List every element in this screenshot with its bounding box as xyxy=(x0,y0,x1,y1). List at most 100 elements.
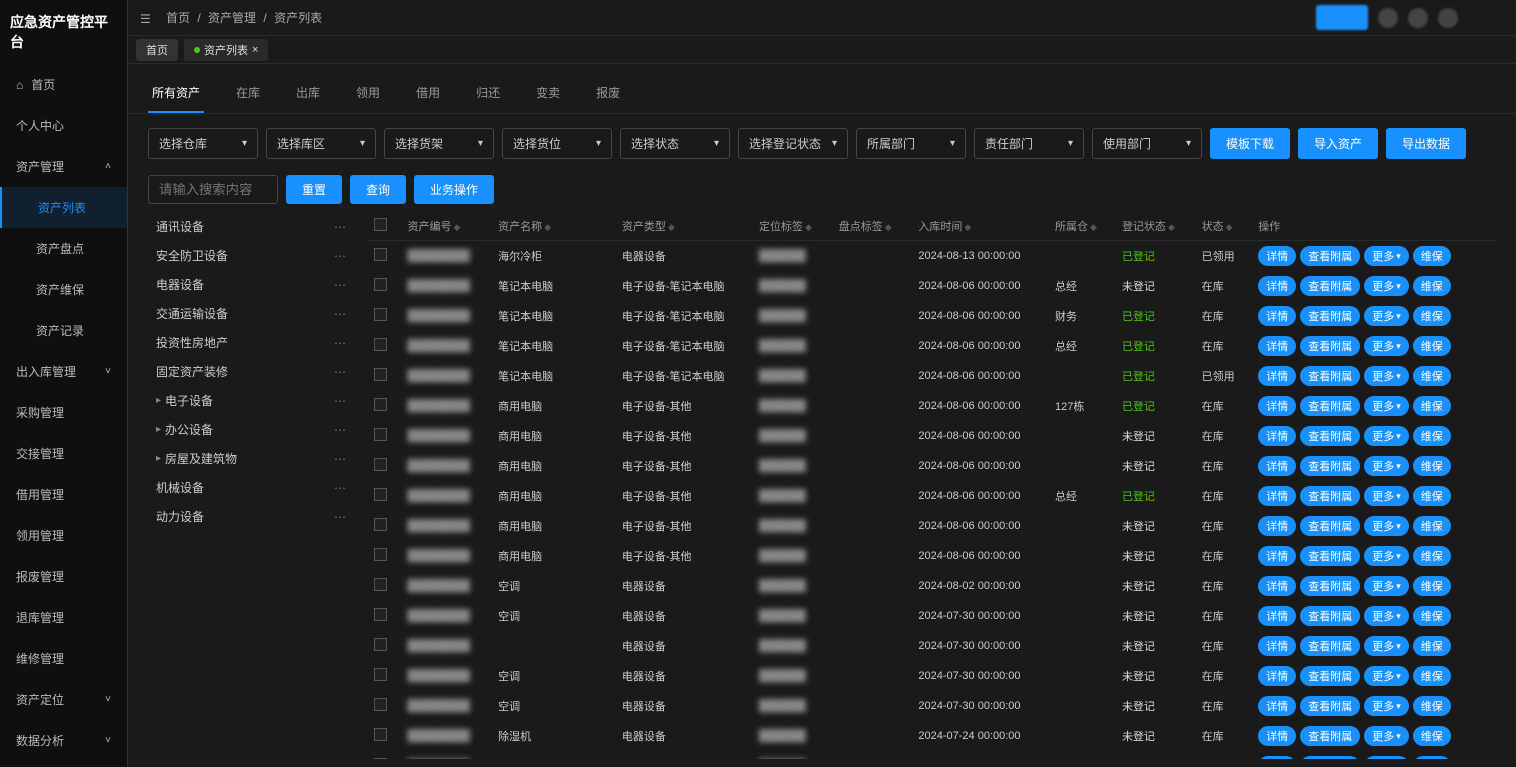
col-header[interactable]: 登记状态◆ xyxy=(1114,212,1194,241)
attach-button[interactable]: 查看附属 xyxy=(1300,336,1360,356)
subtab[interactable]: 报废 xyxy=(592,76,624,113)
filter-select[interactable]: 责任部门▾ xyxy=(974,128,1084,159)
more-button[interactable]: 更多 xyxy=(1364,666,1409,686)
tree-item[interactable]: 投资性房地产⋯ xyxy=(148,328,354,357)
nav-subitem[interactable]: 资产记录 xyxy=(0,310,127,351)
detail-button[interactable]: 详情 xyxy=(1258,426,1296,446)
row-checkbox[interactable] xyxy=(374,458,387,471)
more-icon[interactable]: ⋯ xyxy=(334,307,346,321)
col-header[interactable]: 所属仓◆ xyxy=(1047,212,1114,241)
detail-button[interactable]: 详情 xyxy=(1258,636,1296,656)
maint-button[interactable]: 维保 xyxy=(1413,246,1451,266)
maint-button[interactable]: 维保 xyxy=(1413,306,1451,326)
nav-item[interactable]: 资产定位˅ xyxy=(0,679,127,720)
subtab[interactable]: 归还 xyxy=(472,76,504,113)
maint-button[interactable]: 维保 xyxy=(1413,636,1451,656)
attach-button[interactable]: 查看附属 xyxy=(1300,636,1360,656)
nav-item[interactable]: 借用管理 xyxy=(0,474,127,515)
attach-button[interactable]: 查看附属 xyxy=(1300,516,1360,536)
nav-item[interactable]: 采购管理 xyxy=(0,392,127,433)
query-button[interactable]: 查询 xyxy=(350,175,406,204)
col-header[interactable]: 资产名称◆ xyxy=(490,212,614,241)
maint-button[interactable]: 维保 xyxy=(1413,486,1451,506)
maint-button[interactable]: 维保 xyxy=(1413,396,1451,416)
row-checkbox[interactable] xyxy=(374,308,387,321)
detail-button[interactable]: 详情 xyxy=(1258,576,1296,596)
tab-chip[interactable]: 首页 xyxy=(136,39,178,61)
detail-button[interactable]: 详情 xyxy=(1258,276,1296,296)
tree-item[interactable]: 电器设备⋯ xyxy=(148,270,354,299)
nav-subitem[interactable]: 资产盘点 xyxy=(0,228,127,269)
attach-button[interactable]: 查看附属 xyxy=(1300,666,1360,686)
row-checkbox[interactable] xyxy=(374,278,387,291)
detail-button[interactable]: 详情 xyxy=(1258,726,1296,746)
more-button[interactable]: 更多 xyxy=(1364,366,1409,386)
breadcrumb-item[interactable]: 资产管理 xyxy=(208,11,256,25)
attach-button[interactable]: 查看附属 xyxy=(1300,546,1360,566)
nav-item[interactable]: 数据分析˅ xyxy=(0,720,127,761)
maint-button[interactable]: 维保 xyxy=(1413,606,1451,626)
toolbar-button[interactable]: 导入资产 xyxy=(1298,128,1378,159)
maint-button[interactable]: 维保 xyxy=(1413,366,1451,386)
tree-item[interactable]: 通讯设备⋯ xyxy=(148,212,354,241)
attach-button[interactable]: 查看附属 xyxy=(1300,696,1360,716)
reset-button[interactable]: 重置 xyxy=(286,175,342,204)
tree-item[interactable]: 动力设备⋯ xyxy=(148,502,354,531)
topbar-action[interactable] xyxy=(1316,5,1368,30)
row-checkbox[interactable] xyxy=(374,248,387,261)
row-checkbox[interactable] xyxy=(374,548,387,561)
more-icon[interactable]: ⋯ xyxy=(334,220,346,234)
maint-button[interactable]: 维保 xyxy=(1413,276,1451,296)
nav-item[interactable]: 维修管理 xyxy=(0,638,127,679)
filter-select[interactable]: 选择货位▾ xyxy=(502,128,612,159)
more-button[interactable]: 更多 xyxy=(1364,756,1409,759)
col-header[interactable]: 资产类型◆ xyxy=(614,212,751,241)
attach-button[interactable]: 查看附属 xyxy=(1300,366,1360,386)
filter-select[interactable]: 使用部门▾ xyxy=(1092,128,1202,159)
checkbox-all[interactable] xyxy=(374,218,387,231)
filter-select[interactable]: 所属部门▾ xyxy=(856,128,966,159)
more-button[interactable]: 更多 xyxy=(1364,636,1409,656)
row-checkbox[interactable] xyxy=(374,608,387,621)
detail-button[interactable]: 详情 xyxy=(1258,336,1296,356)
more-button[interactable]: 更多 xyxy=(1364,276,1409,296)
attach-button[interactable]: 查看附属 xyxy=(1300,426,1360,446)
row-checkbox[interactable] xyxy=(374,578,387,591)
nav-item[interactable]: ⌂首页 xyxy=(0,64,127,105)
tree-item[interactable]: ▸办公设备⋯ xyxy=(148,415,354,444)
row-checkbox[interactable] xyxy=(374,488,387,501)
row-checkbox[interactable] xyxy=(374,668,387,681)
col-header[interactable]: 定位标签◆ xyxy=(751,212,831,241)
more-icon[interactable]: ⋯ xyxy=(334,249,346,263)
more-button[interactable]: 更多 xyxy=(1364,456,1409,476)
attach-button[interactable]: 查看附属 xyxy=(1300,606,1360,626)
more-icon[interactable]: ⋯ xyxy=(334,365,346,379)
nav-item[interactable]: 领用管理 xyxy=(0,515,127,556)
tree-item[interactable]: 固定资产装修⋯ xyxy=(148,357,354,386)
detail-button[interactable]: 详情 xyxy=(1258,756,1296,759)
attach-button[interactable]: 查看附属 xyxy=(1300,396,1360,416)
nav-item[interactable]: 报废管理 xyxy=(0,556,127,597)
close-icon[interactable]: × xyxy=(252,44,258,56)
tree-item[interactable]: 安全防卫设备⋯ xyxy=(148,241,354,270)
maint-button[interactable]: 维保 xyxy=(1413,456,1451,476)
row-checkbox[interactable] xyxy=(374,638,387,651)
more-button[interactable]: 更多 xyxy=(1364,336,1409,356)
username[interactable] xyxy=(1468,9,1504,26)
more-icon[interactable]: ⋯ xyxy=(334,452,346,466)
tree-item[interactable]: 机械设备⋯ xyxy=(148,473,354,502)
maint-button[interactable]: 维保 xyxy=(1413,516,1451,536)
detail-button[interactable]: 详情 xyxy=(1258,696,1296,716)
maint-button[interactable]: 维保 xyxy=(1413,696,1451,716)
filter-select[interactable]: 选择仓库▾ xyxy=(148,128,258,159)
attach-button[interactable]: 查看附属 xyxy=(1300,756,1360,759)
biz-button[interactable]: 业务操作 xyxy=(414,175,494,204)
subtab[interactable]: 变卖 xyxy=(532,76,564,113)
detail-button[interactable]: 详情 xyxy=(1258,606,1296,626)
nav-item[interactable]: 出入库管理˅ xyxy=(0,351,127,392)
detail-button[interactable]: 详情 xyxy=(1258,306,1296,326)
breadcrumb-item[interactable]: 资产列表 xyxy=(274,11,322,25)
maint-button[interactable]: 维保 xyxy=(1413,756,1451,759)
filter-select[interactable]: 选择状态▾ xyxy=(620,128,730,159)
more-icon[interactable]: ⋯ xyxy=(334,278,346,292)
